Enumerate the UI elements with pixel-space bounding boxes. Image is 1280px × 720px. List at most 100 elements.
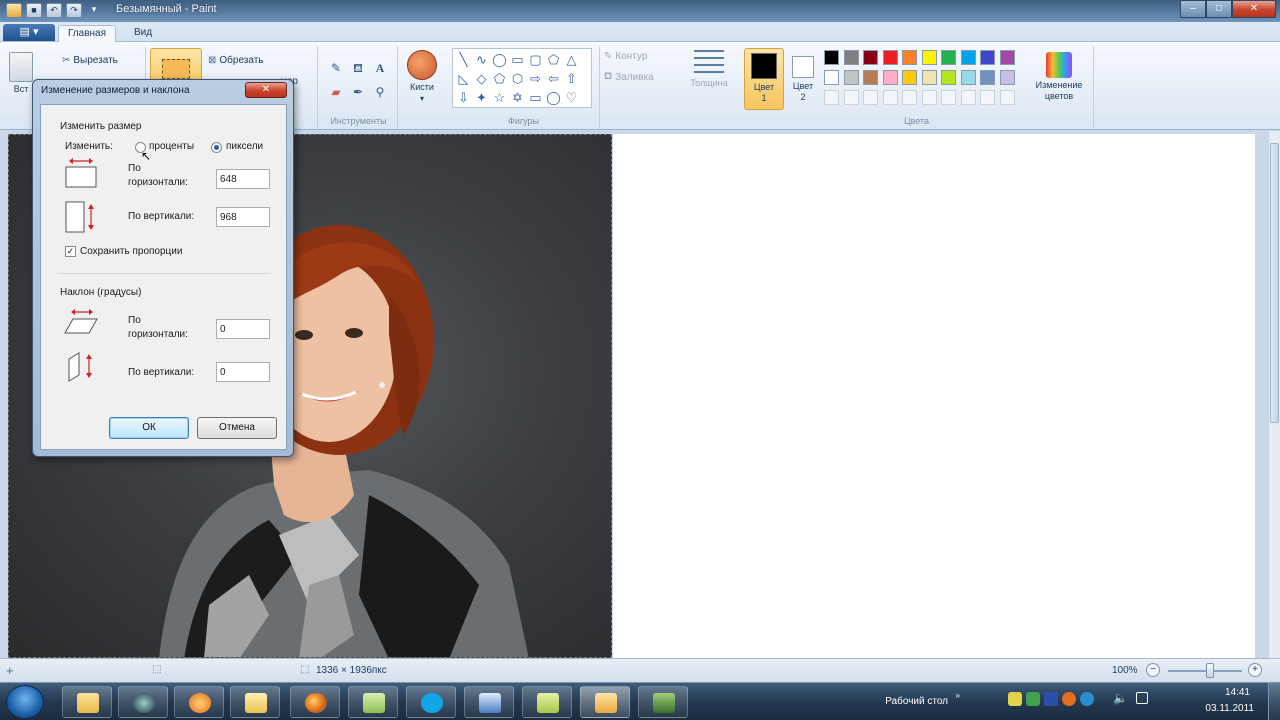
keep-ratio-checkbox[interactable]: ✓	[65, 246, 76, 257]
hexagon-shape-icon[interactable]: ⬡	[509, 70, 526, 87]
palette-color-swatch[interactable]	[882, 50, 898, 65]
keep-ratio-label[interactable]: Сохранить пропорции	[80, 246, 182, 258]
pentagon-shape-icon[interactable]: ⬠	[491, 70, 508, 87]
right-arrow-shape-icon[interactable]: ⇨	[527, 70, 544, 87]
taskbar-skype[interactable]	[406, 686, 456, 718]
tray-update-icon[interactable]	[1026, 692, 1040, 706]
pencil-icon[interactable]: ✎	[326, 58, 346, 78]
zoom-out-button[interactable]: −	[1146, 663, 1160, 677]
palette-color-swatch[interactable]	[980, 70, 995, 85]
palette-color-swatch[interactable]	[902, 70, 917, 85]
palette-custom-swatch[interactable]	[824, 90, 839, 105]
palette-color-swatch[interactable]	[980, 50, 995, 65]
scrollbar-thumb[interactable]	[1270, 143, 1279, 423]
right-triangle-shape-icon[interactable]: ◺	[455, 70, 472, 87]
clock-date[interactable]: 03.11.2011	[1205, 703, 1254, 714]
fill-bucket-icon[interactable]: ⛾	[348, 58, 368, 78]
vertical-scrollbar[interactable]	[1268, 131, 1280, 658]
palette-color-swatch[interactable]	[960, 70, 976, 85]
palette-color-swatch[interactable]	[941, 50, 956, 65]
clock-time[interactable]: 14:41	[1225, 687, 1250, 698]
curve-shape-icon[interactable]: ∿	[473, 51, 490, 68]
taskbar-notes[interactable]	[522, 686, 572, 718]
chevron-icon[interactable]: »	[956, 691, 960, 700]
dialog-close-button[interactable]: ✕	[245, 82, 287, 98]
palette-custom-swatch[interactable]	[921, 90, 937, 105]
down-arrow-shape-icon[interactable]: ⇩	[455, 89, 472, 106]
taskbar-firefox[interactable]	[290, 686, 340, 718]
oval-shape-icon[interactable]: ◯	[491, 51, 508, 68]
palette-custom-swatch[interactable]	[863, 90, 878, 105]
thickness-button[interactable]: Толщина	[684, 50, 734, 89]
oval-callout-shape-icon[interactable]: ◯	[545, 89, 562, 106]
pixels-radio-label[interactable]: пиксели	[226, 141, 263, 153]
color2-button[interactable]: Цвет 2	[786, 48, 820, 110]
skew-horizontal-input[interactable]: 0	[216, 319, 270, 339]
redo-icon[interactable]: ↷	[66, 3, 82, 18]
palette-custom-swatch[interactable]	[902, 90, 917, 105]
fill-button[interactable]: ⛾ Заливка	[604, 71, 654, 84]
color-picker-icon[interactable]: ✒	[348, 82, 368, 102]
undo-icon[interactable]: ↶	[46, 3, 62, 18]
horizontal-size-input[interactable]: 648	[216, 169, 270, 189]
left-arrow-shape-icon[interactable]: ⇦	[545, 70, 562, 87]
six-point-star-shape-icon[interactable]: ✡	[509, 89, 526, 106]
vertical-size-input[interactable]: 968	[216, 207, 270, 227]
start-button[interactable]	[6, 685, 44, 719]
palette-color-swatch[interactable]	[921, 50, 937, 65]
five-point-star-shape-icon[interactable]: ☆	[491, 89, 508, 106]
palette-color-swatch[interactable]	[824, 70, 839, 85]
volume-icon[interactable]: 🔈	[1113, 691, 1128, 705]
close-button[interactable]: ✕	[1232, 0, 1276, 18]
taskbar-folder[interactable]	[348, 686, 398, 718]
taskbar-explorer[interactable]	[62, 686, 112, 718]
outline-button[interactable]: ✎ Контур	[604, 51, 647, 62]
eraser-icon[interactable]: ▰	[326, 82, 346, 102]
palette-custom-swatch[interactable]	[999, 90, 1015, 105]
taskbar-media-center[interactable]	[118, 686, 168, 718]
save-icon[interactable]: ■	[26, 3, 42, 18]
cancel-button[interactable]: Отмена	[197, 417, 277, 439]
rectangle-shape-icon[interactable]: ▭	[509, 51, 526, 68]
show-desktop-button[interactable]	[1268, 683, 1280, 720]
palette-color-swatch[interactable]	[863, 70, 878, 85]
ok-button[interactable]: ОК	[109, 417, 189, 439]
zoom-slider-track[interactable]	[1168, 670, 1242, 672]
tab-view[interactable]: Вид	[124, 25, 162, 42]
rounded-rect-shape-icon[interactable]: ▢	[527, 51, 544, 68]
edit-colors-button[interactable]: Изменение цветов	[1030, 52, 1088, 102]
palette-color-swatch[interactable]	[999, 50, 1015, 65]
tray-language-icon[interactable]	[1044, 692, 1058, 706]
minimize-button[interactable]: –	[1180, 0, 1206, 18]
up-arrow-shape-icon[interactable]: ⇧	[563, 70, 580, 87]
taskbar-word[interactable]	[464, 686, 514, 718]
maximize-button[interactable]: □	[1206, 0, 1232, 18]
palette-color-swatch[interactable]	[921, 70, 937, 85]
tray-app-icon[interactable]	[1008, 692, 1022, 706]
tray-network-icon[interactable]	[1080, 692, 1094, 706]
magnifier-icon[interactable]: ⚲	[370, 82, 390, 102]
palette-color-swatch[interactable]	[941, 70, 956, 85]
line-shape-icon[interactable]: ╲	[455, 51, 472, 68]
pixels-radio[interactable]	[211, 142, 222, 153]
zoom-in-button[interactable]: +	[1248, 663, 1262, 677]
brushes-button[interactable]: Кисти ▾	[402, 50, 442, 104]
heart-shape-icon[interactable]: ♡	[563, 89, 580, 106]
file-menu-button[interactable]: ▤ ▾	[3, 24, 55, 41]
taskbar-paint-active[interactable]	[580, 686, 630, 718]
palette-custom-swatch[interactable]	[960, 90, 976, 105]
cut-button[interactable]: ✂ Вырезать	[62, 55, 118, 66]
four-point-star-shape-icon[interactable]: ✦	[473, 89, 490, 106]
palette-custom-swatch[interactable]	[980, 90, 995, 105]
paint-app-icon[interactable]	[6, 3, 22, 18]
text-tool-icon[interactable]: A	[370, 58, 390, 78]
crop-button[interactable]: ⊠ Обрезать	[208, 55, 264, 66]
taskbar-mail[interactable]	[230, 686, 280, 718]
skew-vertical-input[interactable]: 0	[216, 362, 270, 382]
action-center-icon[interactable]	[1136, 692, 1148, 704]
zoom-slider-thumb[interactable]	[1206, 663, 1214, 678]
palette-color-swatch[interactable]	[824, 50, 839, 65]
tray-antivirus-icon[interactable]	[1062, 692, 1076, 706]
palette-color-swatch[interactable]	[960, 50, 976, 65]
palette-color-swatch[interactable]	[999, 70, 1015, 85]
